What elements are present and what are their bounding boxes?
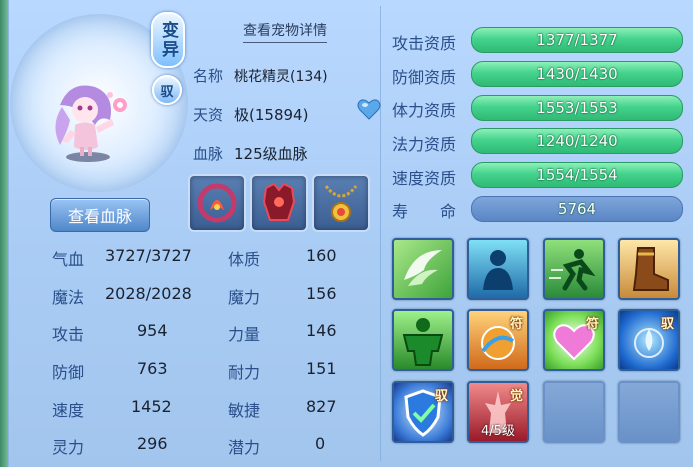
life-value: 5764 (557, 200, 597, 218)
green-strongman-icon (402, 318, 444, 366)
green-runner-icon (549, 249, 596, 291)
attribute-label: 力量 (228, 325, 261, 344)
skill-slot[interactable]: 符 (467, 309, 529, 371)
gold-necklace-icon (324, 185, 358, 222)
attribute-label: 体质 (228, 250, 261, 269)
attribute-value: 827 (306, 397, 337, 416)
skill-slot[interactable] (467, 238, 529, 300)
qualification-value: 1430/1430 (536, 65, 618, 83)
qualification-label: 防御资质 (392, 68, 457, 87)
empty-skill-slot[interactable] (618, 381, 680, 443)
bloodline-value: 125级血脉 (234, 145, 308, 163)
view-bloodline-button[interactable]: 查看血脉 (50, 198, 150, 232)
skill-level: 4/5级 (481, 424, 515, 439)
attribute-label: 魔力 (228, 288, 261, 307)
qualification-label: 速度资质 (392, 169, 457, 188)
skill-slot[interactable] (392, 238, 454, 300)
blue-silhouette-icon (483, 250, 513, 290)
skill-tag: 符 (585, 317, 599, 332)
attribute-label: 敏捷 (228, 401, 261, 420)
column-divider (380, 6, 381, 461)
stat-label: 灵力 (52, 438, 85, 457)
attribute-value: 151 (306, 359, 337, 378)
yu-badge-label: 驭 (160, 84, 174, 100)
skill-tag: 符 (509, 317, 523, 332)
qualification-label: 法力资质 (392, 135, 457, 154)
equipment-slot-1[interactable] (188, 174, 246, 232)
qualification-label: 攻击资质 (392, 34, 457, 53)
red-armor-icon (262, 182, 296, 221)
life-label-1: 寿 (392, 202, 409, 221)
stat-value: 763 (137, 359, 168, 378)
white-wings-icon (404, 250, 442, 286)
stat-value: 2028/2028 (105, 284, 192, 303)
stat-label: 魔法 (52, 288, 85, 307)
attribute-value: 160 (306, 246, 337, 265)
pet-sprite (55, 85, 127, 162)
equipment-slot-3[interactable] (312, 174, 370, 232)
skill-slot[interactable] (543, 238, 605, 300)
yu-badge: 驭 (152, 75, 182, 105)
equipment-slot-2[interactable] (250, 174, 308, 232)
skill-slot[interactable]: 觉 4/5级 (467, 381, 529, 443)
aptitude-value: 极(15894) (234, 106, 309, 124)
qualification-value: 1554/1554 (536, 166, 618, 184)
qualification-value: 1377/1377 (536, 31, 618, 49)
pet-name: 桃花精灵(134) (234, 69, 328, 85)
skill-slot[interactable]: 驭 (392, 381, 454, 443)
brown-boot-icon (632, 247, 669, 291)
heart-icon[interactable] (357, 98, 381, 120)
qualification-bar: 1430/1430 (471, 61, 683, 87)
stat-value: 3727/3727 (105, 246, 192, 265)
qualification-bar: 1554/1554 (471, 162, 683, 188)
skill-tag: 驭 (434, 389, 448, 404)
red-ring-icon (197, 183, 237, 223)
skill-slot[interactable]: 符 (543, 309, 605, 371)
empty-skill-slot[interactable] (543, 381, 605, 443)
name-label: 名称 (193, 67, 224, 85)
skill-slot[interactable] (618, 238, 680, 300)
stat-value: 296 (137, 434, 168, 453)
aptitude-label: 天资 (193, 106, 224, 124)
attribute-value: 156 (306, 284, 337, 303)
stat-value: 1452 (131, 397, 172, 416)
attribute-value: 146 (306, 321, 337, 340)
variant-badge: 变异 (151, 12, 185, 68)
qualification-bar: 1240/1240 (471, 128, 683, 154)
life-label-2: 命 (440, 202, 457, 221)
qualification-label: 体力资质 (392, 101, 457, 120)
skill-slot[interactable] (392, 309, 454, 371)
attribute-label: 耐力 (228, 363, 261, 382)
stat-label: 速度 (52, 401, 85, 420)
bloodline-label: 血脉 (193, 145, 224, 163)
attribute-label: 潜力 (228, 438, 261, 457)
attribute-value: 0 (315, 434, 326, 453)
pet-info-window: 变异 驭 查看宠物详情 名称 桃花精灵(134) 天资 极(15894) 血脉 … (0, 0, 693, 467)
variant-badge-label: 变异 (158, 21, 178, 59)
stat-label: 攻击 (52, 325, 85, 344)
qualification-value: 1240/1240 (536, 132, 618, 150)
stat-label: 气血 (52, 250, 85, 269)
qualification-value: 1553/1553 (536, 99, 618, 117)
view-pet-details-link[interactable]: 查看宠物详情 (243, 20, 327, 43)
life-bar: 5764 (471, 196, 683, 222)
stat-value: 954 (137, 321, 168, 340)
skill-tag: 驭 (660, 317, 674, 332)
stat-label: 防御 (52, 363, 85, 382)
qualification-bar: 1377/1377 (471, 27, 683, 53)
skill-slot[interactable]: 驭 (618, 309, 680, 371)
skill-tag: 觉 (509, 389, 523, 404)
qualification-bar: 1553/1553 (471, 95, 683, 121)
